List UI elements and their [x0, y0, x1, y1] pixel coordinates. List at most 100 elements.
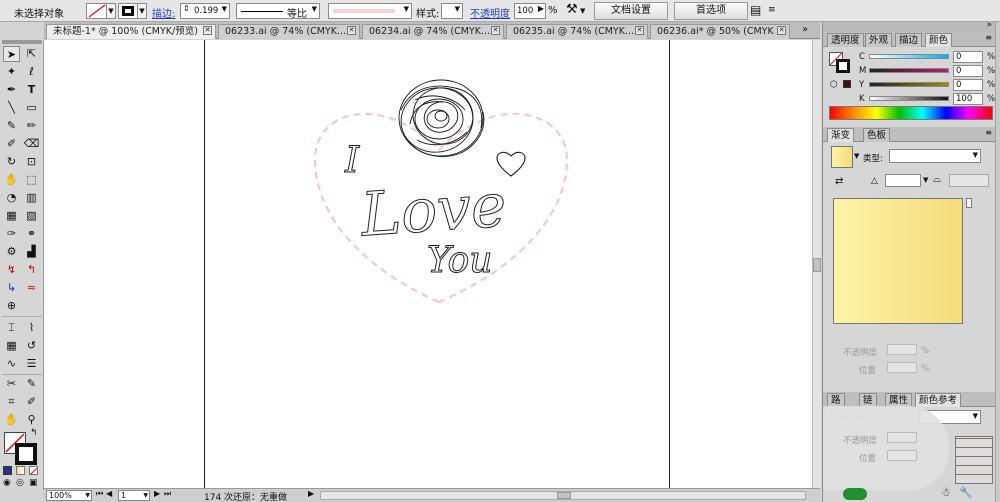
pencil-tool-icon[interactable]: ✏ — [23, 118, 40, 134]
perspective-grid-tool-icon[interactable]: ▥ — [23, 190, 40, 206]
mesh-tool-icon[interactable]: ▦ — [3, 208, 20, 224]
pen-tool-icon[interactable]: ✒ — [3, 82, 20, 98]
zoom-tool-icon[interactable]: ⚲ — [23, 412, 40, 428]
artboard-tool-icon[interactable]: ✂ — [3, 376, 20, 392]
wrench-icon[interactable]: 🔧 — [959, 486, 973, 499]
next-artboard-icon[interactable]: ▶ — [154, 489, 160, 498]
channel-m-value[interactable]: 0 — [953, 65, 983, 77]
chevron-down-icon[interactable]: ▼ — [923, 176, 928, 184]
channel-k-slider[interactable] — [869, 96, 949, 101]
tabs-overflow-icon[interactable]: » — [802, 24, 808, 35]
blue-path-tool-icon[interactable]: ↳ — [3, 280, 20, 296]
draw-normal-icon[interactable]: ◉ — [3, 478, 11, 488]
tab-color-guide[interactable]: 颜色参考 — [915, 393, 962, 407]
artboard-number-field[interactable]: 1 ▼ — [118, 490, 150, 501]
close-icon[interactable]: ✕ — [777, 26, 786, 35]
panel-scrollbar[interactable] — [995, 22, 1000, 502]
collapse-icon[interactable]: » — [986, 20, 992, 30]
panel-menu-icon[interactable]: ≡ — [985, 33, 992, 42]
gradient-position-field[interactable] — [887, 362, 917, 373]
first-artboard-icon[interactable]: ⏮ — [96, 489, 103, 499]
draw-behind-icon[interactable]: ◎ — [16, 478, 24, 488]
lasso-tool-icon[interactable]: ℓ — [23, 64, 40, 80]
overlay-opacity-field[interactable] — [887, 432, 917, 443]
line-tool-icon[interactable]: ╲ — [3, 100, 20, 116]
red-wave-tool-icon[interactable]: ≈ — [23, 280, 40, 296]
status-menu-icon[interactable]: ▶ — [308, 489, 314, 498]
selection-tool-icon[interactable]: ➤ — [3, 46, 20, 62]
red-curve-tool-icon[interactable]: ↰ — [23, 262, 40, 278]
reverse-gradient-icon[interactable]: ⇄ — [835, 176, 843, 187]
gradient-tool-icon[interactable]: ▧ — [23, 208, 40, 224]
close-icon[interactable]: ✕ — [203, 26, 212, 35]
channel-m-slider[interactable] — [869, 68, 949, 73]
panel-menu-icon[interactable]: ≡ — [985, 128, 992, 137]
knife-tool-icon[interactable]: ✐ — [23, 394, 40, 410]
opacity-field[interactable]: 100 ▶ — [514, 3, 546, 19]
stroke-stepper-icon[interactable]: ⇕ — [183, 4, 190, 13]
hand-tool-icon[interactable]: ✋ — [3, 412, 20, 428]
scroll-thumb[interactable] — [557, 492, 571, 499]
color-guide-grid[interactable] — [955, 436, 993, 484]
preferences-button[interactable]: 首选项 — [674, 2, 748, 20]
gradient-slider-handle[interactable] — [966, 198, 972, 208]
paintbrush-tool-icon[interactable]: ✎ — [3, 118, 20, 134]
tab-untitled-1[interactable]: 未标题-1* @ 100% (CMYK/预览) ✕ — [46, 24, 216, 39]
shape-builder-tool-icon[interactable]: ◔ — [3, 190, 20, 206]
rotate-tool-icon[interactable]: ↻ — [3, 154, 20, 170]
variable-width-profile[interactable]: 等比 ▼ — [236, 3, 320, 20]
horizontal-scrollbar[interactable] — [320, 491, 806, 500]
out-of-gamut-icon[interactable]: ⬡ — [830, 80, 838, 90]
tab-appearance[interactable]: 外观 — [865, 33, 893, 47]
gradient-aspect-field[interactable] — [949, 174, 989, 187]
stroke-weight-field[interactable]: ⇕ 0.199 ▼ — [180, 3, 230, 19]
symbol-sprayer-tool-icon[interactable]: ⚙ — [3, 244, 20, 260]
close-icon[interactable]: ✕ — [635, 26, 644, 35]
list-tool-icon[interactable]: ☰ — [23, 356, 40, 372]
user-icon[interactable]: ☃ — [941, 486, 951, 499]
tab-pathfinder[interactable]: 路 — [827, 393, 845, 407]
type-tool-icon[interactable]: T — [23, 82, 40, 98]
tab-06235[interactable]: 06235.ai @ 74% (CMYK... ✕ — [506, 24, 648, 39]
red-path-tool-icon[interactable]: ↯ — [3, 262, 20, 278]
stroke-weight-link[interactable]: 描边: — [152, 5, 175, 20]
gradient-opacity-field[interactable] — [887, 344, 917, 355]
warp-shape-tool-icon[interactable]: ⌇ — [23, 320, 40, 336]
color-mode-icon[interactable] — [3, 466, 12, 475]
direct-selection-tool-icon[interactable]: ⇱ — [23, 46, 40, 62]
tools-grip[interactable] — [2, 40, 42, 44]
column-graph-tool-icon[interactable]: ▟ — [23, 244, 40, 260]
tab-swatches[interactable]: 色板 — [863, 128, 891, 142]
tab-stroke[interactable]: 描边 — [895, 33, 923, 47]
tab-06233[interactable]: 06233.ai @ 74% (CMYK... ✕ — [218, 24, 360, 39]
panel-menu-icon[interactable]: ≡ — [768, 5, 776, 15]
gradient-type-select[interactable]: ▼ — [889, 149, 981, 163]
wave-tool-icon[interactable]: ∿ — [3, 356, 20, 372]
magic-wand-tool-icon[interactable]: ✦ — [3, 64, 20, 80]
warp-tool-icon[interactable]: ✋ — [3, 172, 20, 188]
scale-tool-icon[interactable]: ⊡ — [23, 154, 40, 170]
channel-y-value[interactable]: 0 — [953, 79, 983, 91]
envelope-tool-icon[interactable]: ⌶ — [3, 320, 20, 336]
last-artboard-icon[interactable]: ⏭ — [164, 489, 171, 499]
fill-swatch[interactable] — [86, 3, 108, 19]
crop-tool-icon[interactable]: ⌗ — [3, 394, 20, 410]
slice-tool-icon[interactable]: ✎ — [23, 376, 40, 392]
fill-dropdown[interactable]: ▼ — [106, 3, 116, 19]
rectangle-tool-icon[interactable]: ▭ — [23, 100, 40, 116]
channel-c-value[interactable]: 0 — [953, 51, 983, 63]
tab-gradient[interactable]: 渐变 — [827, 128, 855, 142]
eyedropper-tool-icon[interactable]: ✑ — [3, 226, 20, 242]
eraser-tool-icon[interactable]: ⌫ — [23, 136, 40, 152]
stroke-dropdown[interactable]: ▼ — [137, 3, 147, 19]
tab-06236[interactable]: 06236.ai* @ 50% (CMYK ✕ — [650, 24, 790, 39]
gradient-preview[interactable] — [833, 198, 963, 324]
brush-definition[interactable]: ▼ — [328, 3, 412, 19]
close-icon[interactable]: ✕ — [491, 26, 500, 35]
tab-links[interactable]: 链 — [859, 393, 877, 407]
twist-tool-icon[interactable]: ↺ — [23, 338, 40, 354]
canvas-area[interactable]: I Love You — [44, 40, 812, 488]
last-color-swatch[interactable] — [843, 80, 851, 88]
zoom-field[interactable]: 100% ▼ — [46, 490, 92, 501]
swap-colors-icon[interactable]: ↰ — [30, 428, 38, 438]
